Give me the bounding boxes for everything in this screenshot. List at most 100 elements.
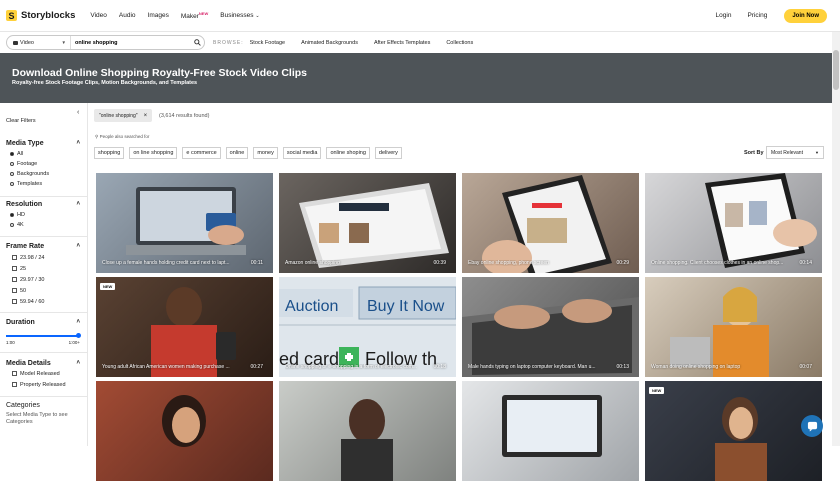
login-link[interactable]: Login [716,12,732,19]
divider [0,236,88,237]
tag-shopping[interactable]: shopping [94,147,125,159]
card-caption: Online shopping or e-shopping is a form … [285,364,418,370]
nav-audio[interactable]: Audio [119,12,136,19]
tag-money[interactable]: money [253,147,278,159]
search-button[interactable] [190,36,204,49]
search-icon [193,39,201,46]
thumbnail [299,183,449,268]
search-row: Video ▼ BROWSE: Stock Footage Animated B… [0,32,840,53]
video-card[interactable]: Auction Buy It Now ed card Follow th Onl… [279,277,456,377]
card-caption: Amazon online shopping [285,260,340,266]
join-now-button[interactable]: Join Now [784,8,827,23]
chevron-down-icon: ▼ [815,150,819,155]
radio-selected [10,151,14,156]
buy-it-now-text: Buy It Now [367,298,445,315]
video-icon [13,40,18,45]
model-released-option[interactable]: Model Released [6,370,80,377]
pricing-link[interactable]: Pricing [747,12,767,19]
categories-title: Categories [6,402,40,409]
video-card[interactable]: Amazon online shopping 00:39 [279,173,456,273]
option-label: 25 [20,265,27,272]
tag-on-line-shopping[interactable]: on line shopping [129,147,178,159]
frame-rate-title: Frame Rate [6,243,45,250]
property-released-option[interactable]: Property Released [6,381,80,388]
chat-button[interactable] [801,415,823,437]
chevron-up-icon: ˄ [76,201,80,207]
video-card[interactable]: Ebay online shopping, phone screen 00:29 [462,173,639,273]
also-searched-label: People also searched for [99,134,150,139]
thumbnail [126,187,246,255]
tag-e-commerce[interactable]: e commerce [182,147,221,159]
video-card[interactable]: Male hands typing on laptop computer key… [462,277,639,377]
video-card[interactable] [462,381,639,481]
card-duration: 00:07 [799,364,812,370]
media-type-header[interactable]: Media Type ˄ [6,140,80,147]
resolution-header[interactable]: Resolution ˄ [6,201,80,208]
card-duration: 00:27 [250,364,263,370]
media-details-title: Media Details [6,360,51,367]
browse-stock-footage[interactable]: Stock Footage [250,40,285,46]
frame-rate-option[interactable]: 50 [6,287,80,294]
close-icon[interactable]: × [144,113,148,119]
media-details-header[interactable]: Media Details ˄ [6,360,80,367]
thumbnail [502,395,602,457]
tag-delivery[interactable]: delivery [374,147,402,159]
scroll-thumb[interactable] [833,50,839,90]
browse-animated-backgrounds[interactable]: Animated Backgrounds [301,40,358,46]
nav-maker[interactable]: MakerNEW [181,11,208,20]
tag-online-shoping[interactable]: online shoping [326,147,370,159]
media-type-option-footage[interactable]: Footage [6,160,80,167]
sort-select[interactable]: Most Relevant ▼ [766,146,824,159]
nav-video[interactable]: Video [90,12,107,19]
video-card[interactable]: NEW Young adult African American women m… [96,277,273,377]
clear-filters-link[interactable]: Clear Filters [6,118,36,124]
nav-images[interactable]: Images [148,12,169,19]
frame-rate-option[interactable]: 25 [6,265,80,272]
card-duration: 00:29 [616,260,629,266]
nav-businesses-label: Businesses [220,12,254,19]
option-label: 29.97 / 30 [20,276,45,283]
checkbox [12,288,17,293]
media-type-option-backgrounds[interactable]: Backgrounds [6,170,80,177]
video-card[interactable] [279,381,456,481]
video-card[interactable]: Woman doing online shopping on laptop 00… [645,277,822,377]
chevron-up-icon: ˄ [76,319,80,325]
video-card[interactable]: NEW [645,381,822,481]
option-label: 4K [17,221,24,228]
search-input[interactable] [71,39,190,46]
thumbnail: Auction Buy It Now ed card Follow th [279,286,456,369]
duration-slider[interactable] [6,333,81,338]
logo[interactable]: S Storyblocks [6,10,75,21]
browse-collections[interactable]: Collections [446,40,473,46]
video-card[interactable] [96,381,273,481]
video-card[interactable]: Close up a female hands holding credit c… [96,173,273,273]
frame-rate-option[interactable]: 23.98 / 24 [6,254,80,261]
video-card[interactable]: Online shopping. Client chooses clothes … [645,173,822,273]
checkbox [12,299,17,304]
duration-title: Duration [6,319,35,326]
nav-businesses[interactable]: Businesses ⌄ [220,12,259,19]
slider-handle[interactable] [76,333,81,338]
frame-rate-option[interactable]: 59.94 / 60 [6,298,80,305]
media-type-option-templates[interactable]: Templates [6,180,80,187]
resolution-option-hd[interactable]: HD [6,211,80,218]
media-type-select[interactable]: Video ▼ [7,36,71,49]
option-label: Model Released [20,370,60,377]
frame-rate-header[interactable]: Frame Rate ˄ [6,243,80,250]
card-duration: 00:13 [616,364,629,370]
duration-header[interactable]: Duration ˄ [6,319,80,326]
media-type-option-all[interactable]: All [6,150,80,157]
page-scrollbar[interactable] [832,32,840,446]
divider [0,352,88,353]
radio [10,222,14,227]
option-label: All [17,150,24,157]
collapse-sidebar-icon[interactable]: ‹ [77,109,79,116]
browse-label: BROWSE: [213,39,244,46]
browse-after-effects-templates[interactable]: After Effects Templates [374,40,430,46]
tag-social-media[interactable]: social media [282,147,322,159]
frame-rate-option[interactable]: 29.97 / 30 [6,276,80,283]
media-type-title: Media Type [6,140,44,147]
option-label: 23.98 / 24 [20,254,45,261]
tag-online[interactable]: online [225,147,249,159]
resolution-option-4k[interactable]: 4K [6,221,80,228]
